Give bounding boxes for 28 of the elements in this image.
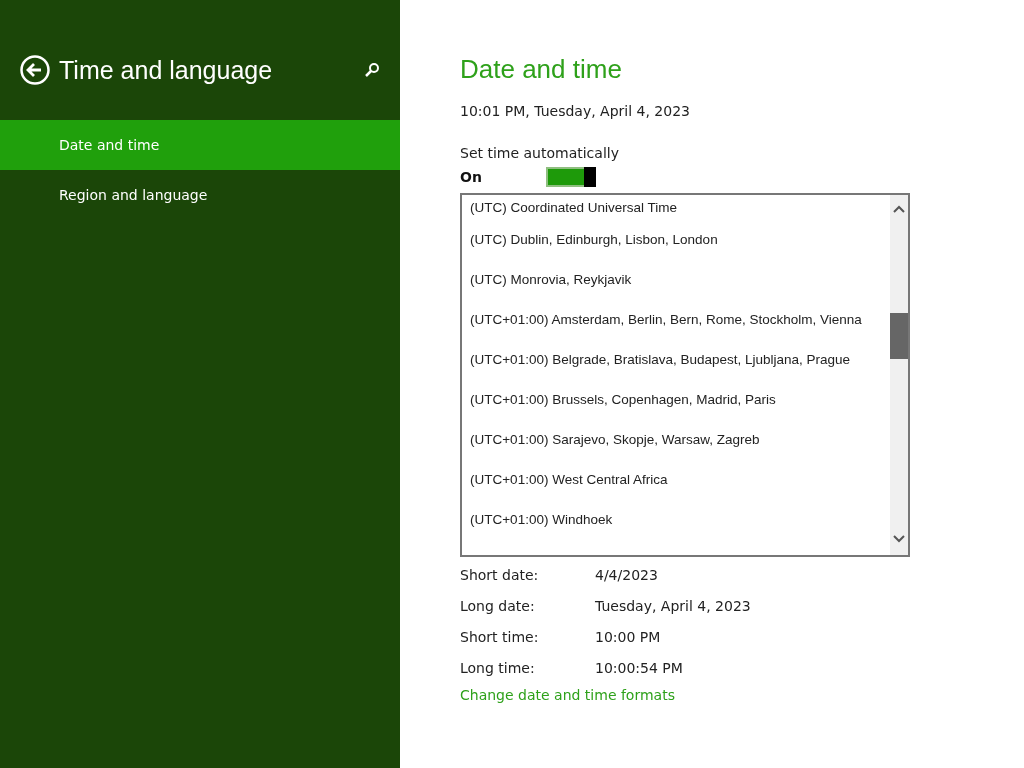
format-label: Short date: [460, 566, 540, 583]
timezone-option[interactable]: (UTC+01:00) Windhoek [470, 499, 890, 539]
toggle-state: On [460, 169, 483, 185]
toggle-switch[interactable] [546, 167, 596, 187]
back-icon[interactable] [20, 55, 50, 85]
format-label: Short time: [460, 628, 540, 645]
timezone-option[interactable]: (UTC+01:00) Belgrade, Bratislava, Budapest, Ljubljana, Prague [470, 339, 890, 379]
format-value: Tuesday, April 4, 2023 [595, 597, 751, 614]
format-label: Long date: [460, 597, 536, 614]
timezone-option[interactable]: (UTC) Monrovia, Reykjavik [470, 259, 890, 299]
scroll-thumb[interactable] [890, 313, 908, 359]
format-value: 10:00 PM [595, 628, 661, 645]
search-icon[interactable] [364, 62, 380, 78]
timezone-option[interactable]: (UTC) Dublin, Edinburgh, Lisbon, London [470, 219, 890, 259]
scrollbar[interactable] [890, 195, 908, 555]
timezone-option[interactable]: (UTC+01:00) Sarajevo, Skopje, Warsaw, Zagreb [470, 419, 890, 459]
format-value: 4/4/2023 [595, 566, 658, 583]
current-datetime: 10:01 PM, Tuesday, April 4, 2023 [460, 103, 690, 119]
timezone-option[interactable]: (UTC+01:00) West Central Africa [470, 459, 890, 499]
section-title: Date and time [460, 54, 622, 85]
format-value: 10:00:54 PM [595, 659, 683, 676]
timezone-option[interactable]: (UTC+01:00) Brussels, Copenhagen, Madrid, Paris [470, 379, 890, 419]
format-label: Long time: [460, 659, 536, 676]
page-title: Time and language [59, 55, 274, 85]
nav-item[interactable]: Region and language [0, 170, 400, 220]
timezone-option[interactable]: (UTC) Coordinated Universal Time [470, 195, 890, 219]
timezone-option[interactable]: (UTC+01:00) Amsterdam, Berlin, Bern, Rome, Stockholm, Vienna [470, 299, 890, 339]
setting-label: Set time automatically [460, 145, 619, 161]
